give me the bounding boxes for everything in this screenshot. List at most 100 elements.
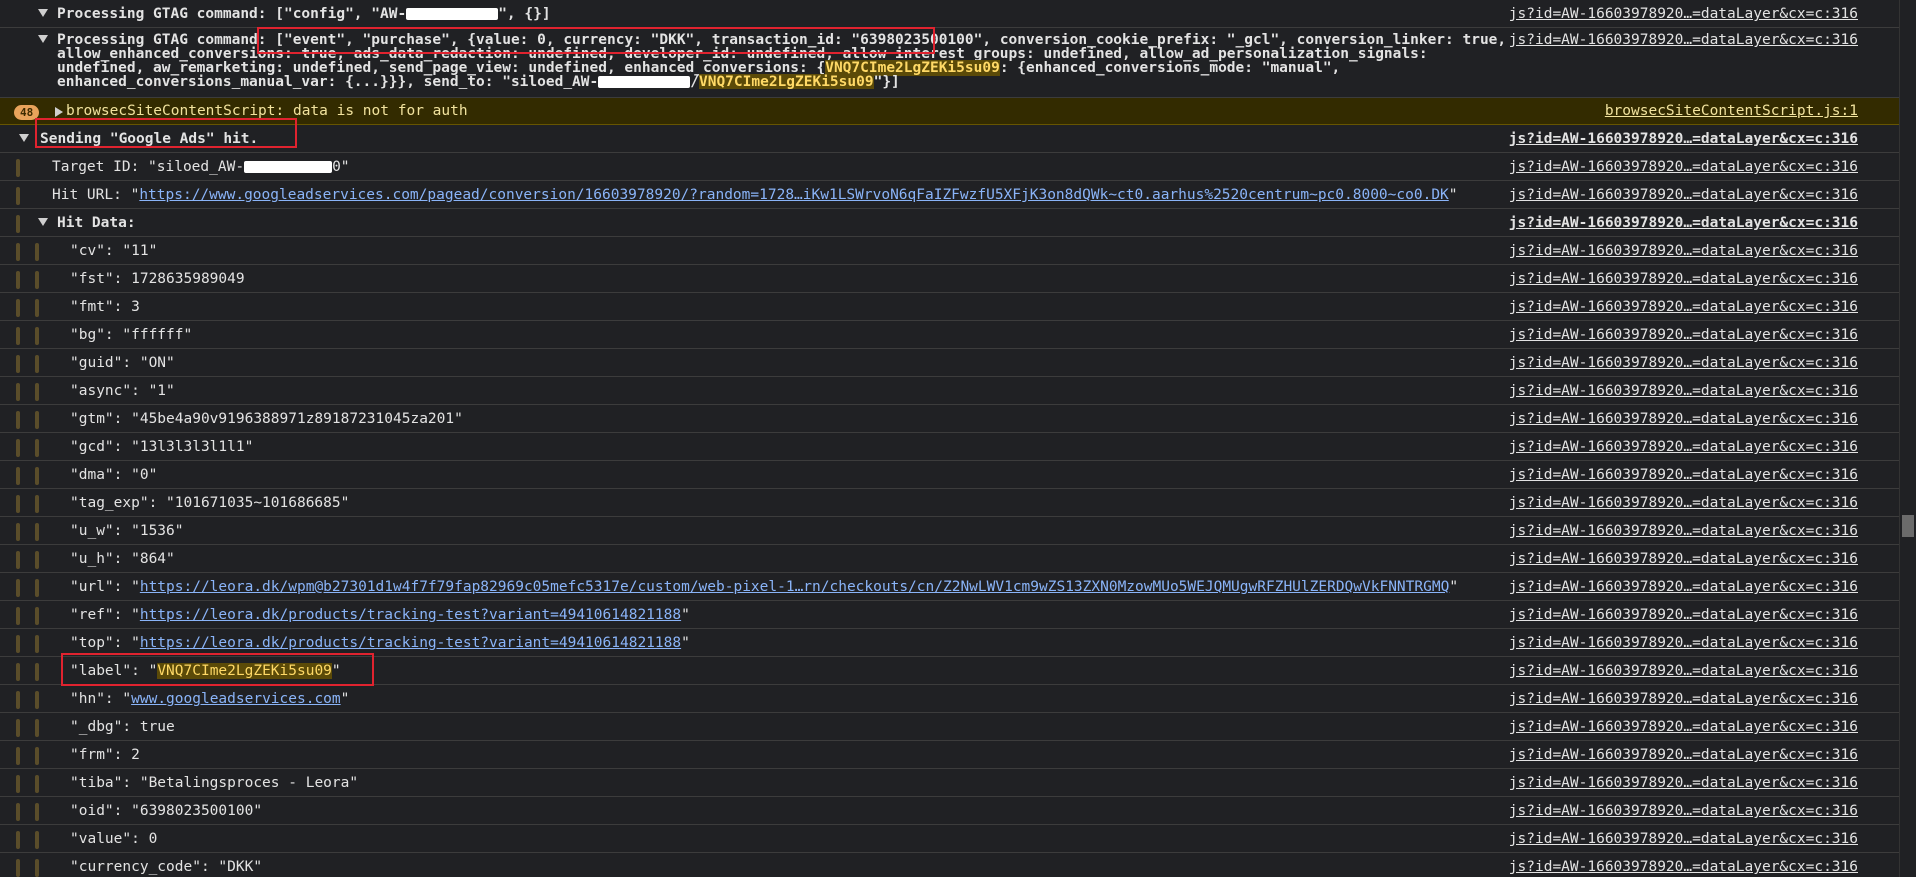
- group-indent-bar: [35, 607, 39, 625]
- source-link[interactable]: js?id=AW-16603978920…=dataLayer&cx=c:316: [1509, 461, 1858, 489]
- group-indent-bar: [16, 859, 20, 877]
- source-link[interactable]: js?id=AW-16603978920…=dataLayer&cx=c:316: [1509, 769, 1858, 797]
- expand-triangle-icon[interactable]: [38, 218, 48, 226]
- hit-data-key: "tag_exp":: [70, 495, 167, 511]
- source-link[interactable]: js?id=AW-16603978920…=dataLayer&cx=c:316: [1509, 433, 1858, 461]
- source-link[interactable]: js?id=AW-16603978920…=dataLayer&cx=c:316: [1509, 797, 1858, 825]
- source-link[interactable]: js?id=AW-16603978920…=dataLayer&cx=c:316: [1509, 741, 1858, 769]
- redacted-block: [598, 76, 691, 88]
- group-indent-bar: [16, 747, 20, 765]
- source-link[interactable]: browsecSiteContentScript.js:1: [1605, 98, 1858, 125]
- group-indent-bar: [16, 831, 20, 849]
- group-indent-bar: [35, 439, 39, 457]
- source-link[interactable]: js?id=AW-16603978920…=dataLayer&cx=c:316: [1509, 657, 1858, 685]
- group-indent-bar: [16, 439, 20, 457]
- expand-triangle-icon[interactable]: [38, 9, 48, 17]
- expand-triangle-icon[interactable]: [38, 35, 48, 43]
- expand-triangle-icon[interactable]: [19, 134, 29, 142]
- hit-data-key: "gcd":: [70, 439, 132, 455]
- source-link[interactable]: js?id=AW-16603978920…=dataLayer&cx=c:316: [1509, 0, 1858, 28]
- source-link[interactable]: js?id=AW-16603978920…=dataLayer&cx=c:316: [1509, 33, 1858, 48]
- source-link[interactable]: js?id=AW-16603978920…=dataLayer&cx=c:316: [1509, 265, 1858, 293]
- source-link[interactable]: js?id=AW-16603978920…=dataLayer&cx=c:316: [1509, 825, 1858, 853]
- source-link[interactable]: js?id=AW-16603978920…=dataLayer&cx=c:316: [1509, 405, 1858, 433]
- source-link[interactable]: js?id=AW-16603978920…=dataLayer&cx=c:316: [1509, 713, 1858, 741]
- group-indent-bar: [16, 467, 20, 485]
- hit-data-row: "top": "https://leora.dk/products/tracki…: [0, 629, 1900, 657]
- expand-triangle-icon[interactable]: [55, 107, 63, 117]
- group-indent-bar: [35, 859, 39, 877]
- source-link[interactable]: js?id=AW-16603978920…=dataLayer&cx=c:316: [1509, 237, 1858, 265]
- source-link[interactable]: js?id=AW-16603978920…=dataLayer&cx=c:316: [1509, 321, 1858, 349]
- scrollbar-thumb[interactable]: [1902, 515, 1914, 537]
- log-row-hit-data-group: Hit Data: js?id=AW-16603978920…=dataLaye…: [0, 209, 1900, 237]
- hit-data-row: "oid": "6398023500100" js?id=AW-166039789…: [0, 797, 1900, 825]
- source-link[interactable]: js?id=AW-16603978920…=dataLayer&cx=c:316: [1509, 349, 1858, 377]
- source-link[interactable]: js?id=AW-16603978920…=dataLayer&cx=c:316: [1509, 629, 1858, 657]
- hit-data-key: "gtm":: [70, 411, 132, 427]
- hit-data-value: "Betalingsproces - Leora": [139, 775, 359, 791]
- hit-data-key: "guid":: [70, 355, 140, 371]
- source-link[interactable]: js?id=AW-16603978920…=dataLayer&cx=c:316: [1509, 573, 1858, 601]
- hit-data-value: "DKK": [218, 859, 263, 875]
- devtools-console: Processing GTAG command: ["config", "AW-…: [0, 0, 1900, 877]
- hit-data-link[interactable]: https://leora.dk/products/tracking-test?…: [140, 607, 681, 623]
- group-indent-bar: [35, 831, 39, 849]
- source-link[interactable]: js?id=AW-16603978920…=dataLayer&cx=c:316: [1509, 517, 1858, 545]
- hit-data-entry: "top": "https://leora.dk/products/tracki…: [70, 635, 690, 651]
- hit-url-link[interactable]: https://www.googleadservices.com/pagead/…: [139, 187, 1448, 203]
- group-indent-bar: [35, 467, 39, 485]
- hit-data-entry: "gcd": "13l3l3l3l1l1": [70, 433, 1500, 461]
- hit-data-value: "864": [131, 551, 175, 567]
- group-indent-bar: [16, 663, 20, 681]
- group-indent-bar: [35, 271, 39, 289]
- hit-data-link[interactable]: https://leora.dk/products/tracking-test?…: [140, 635, 681, 651]
- source-link[interactable]: js?id=AW-16603978920…=dataLayer&cx=c:316: [1509, 853, 1858, 877]
- group-indent-bar: [35, 635, 39, 653]
- hit-data-link[interactable]: www.googleadservices.com: [131, 691, 341, 707]
- hit-data-value: "45be4a90v9196388971z89187231045za201": [131, 411, 463, 427]
- scrollbar[interactable]: [1899, 0, 1916, 877]
- hit-data-row: "value": 0 js?id=AW-16603978920…=dataLaye…: [0, 825, 1900, 853]
- hit-data-entry: "guid": "ON": [70, 349, 1500, 377]
- hit-data-value: 2: [131, 747, 140, 763]
- group-indent-bar: [16, 691, 20, 709]
- log-message: Hit Data:: [57, 215, 136, 231]
- group-indent-bar: [16, 775, 20, 793]
- hit-data-value: "1536": [131, 523, 184, 539]
- group-indent-bar: [16, 719, 20, 737]
- group-indent-bar: [35, 243, 39, 261]
- log-message: Sending "Google Ads" hit.: [40, 131, 259, 147]
- source-link[interactable]: js?id=AW-16603978920…=dataLayer&cx=c:316: [1509, 209, 1858, 237]
- hit-data-entry: "fst": 1728635989049: [70, 265, 1500, 293]
- hit-data-entry: "bg": "ffffff": [70, 321, 1500, 349]
- log-row-hit-url: Hit URL: "https://www.googleadservices.c…: [0, 181, 1900, 209]
- source-link[interactable]: js?id=AW-16603978920…=dataLayer&cx=c:316: [1509, 489, 1858, 517]
- source-link[interactable]: js?id=AW-16603978920…=dataLayer&cx=c:316: [1509, 377, 1858, 405]
- hit-data-key: "cv":: [70, 243, 123, 259]
- group-indent-bar: [16, 243, 20, 261]
- source-link[interactable]: js?id=AW-16603978920…=dataLayer&cx=c:316: [1509, 153, 1858, 181]
- group-indent-bar: [35, 803, 39, 821]
- source-link[interactable]: js?id=AW-16603978920…=dataLayer&cx=c:316: [1509, 545, 1858, 573]
- hit-data-entry: "u_w": "1536": [70, 517, 1500, 545]
- group-indent-bar: [16, 635, 20, 653]
- hit-data-entry: "url": "https://leora.dk/wpm@b27301d1w4f…: [70, 579, 1459, 595]
- hit-data-key: "ref":: [70, 607, 132, 623]
- hit-data-key: "async":: [70, 383, 149, 399]
- message-count-badge: 48: [14, 105, 40, 120]
- hit-data-row: "frm": 2 js?id=AW-16603978920…=dataLayer&…: [0, 741, 1900, 769]
- hit-data-entry: "gtm": "45be4a90v9196388971z89187231045z…: [70, 405, 1500, 433]
- source-link[interactable]: js?id=AW-16603978920…=dataLayer&cx=c:316: [1509, 125, 1858, 153]
- hit-data-key: "_dbg":: [70, 719, 140, 735]
- redacted-block: [406, 8, 499, 20]
- group-indent-bar: [35, 495, 39, 513]
- group-indent-bar: [35, 663, 39, 681]
- source-link[interactable]: js?id=AW-16603978920…=dataLayer&cx=c:316: [1509, 181, 1858, 209]
- source-link[interactable]: js?id=AW-16603978920…=dataLayer&cx=c:316: [1509, 293, 1858, 321]
- hit-data-link[interactable]: https://leora.dk/wpm@b27301d1w4f7f79fap8…: [140, 579, 1449, 595]
- hit-data-value: "ON": [139, 355, 175, 371]
- source-link[interactable]: js?id=AW-16603978920…=dataLayer&cx=c:316: [1509, 685, 1858, 713]
- redacted-block: [244, 161, 333, 173]
- source-link[interactable]: js?id=AW-16603978920…=dataLayer&cx=c:316: [1509, 601, 1858, 629]
